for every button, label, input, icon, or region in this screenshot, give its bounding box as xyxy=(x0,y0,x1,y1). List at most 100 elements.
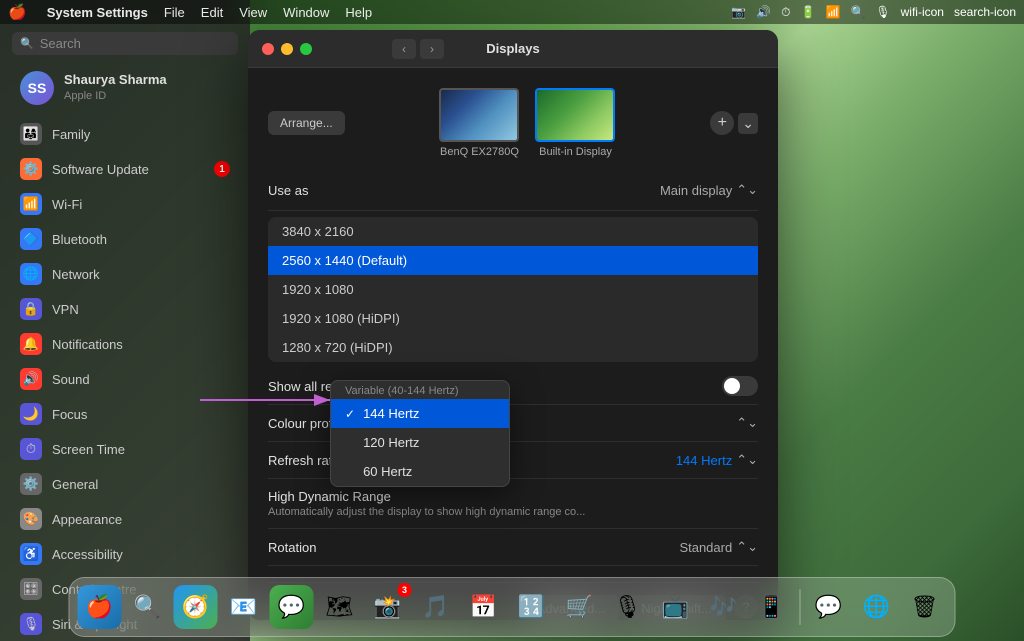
window-titlebar: ‹ › Displays xyxy=(248,30,778,68)
refresh-rate-value[interactable]: 144 Hertz ⌃⌄ xyxy=(676,452,758,468)
search-menu-icon[interactable]: 🔍 xyxy=(850,5,865,19)
benq-label: BenQ EX2780Q xyxy=(439,146,519,158)
sidebar-label-software-update: Software Update xyxy=(52,162,149,177)
res-item-2[interactable]: 1920 x 1080 xyxy=(268,275,758,304)
dock-separator xyxy=(800,589,801,625)
close-button[interactable] xyxy=(262,43,274,55)
dock-photos[interactable]: 📸 3 xyxy=(366,585,410,629)
volume-menu-icon[interactable]: 🔊 xyxy=(756,5,771,19)
apple-menu[interactable]: 🍎 xyxy=(8,3,27,21)
sidebar-item-bluetooth[interactable]: 🔷 Bluetooth xyxy=(6,222,244,256)
display-add-controls: + ⌄ xyxy=(710,111,758,135)
display-thumb-builtin[interactable]: Built-in Display xyxy=(535,88,615,158)
dock-slack[interactable]: 💬 xyxy=(807,585,851,629)
sidebar-label-sound: Sound xyxy=(52,372,90,387)
sidebar-item-general[interactable]: ⚙️ General xyxy=(6,467,244,501)
sidebar-item-notifications[interactable]: 🔔 Notifications xyxy=(6,327,244,361)
dropdown-item-120[interactable]: ✓ 120 Hertz xyxy=(331,428,509,457)
dropdown-item-144[interactable]: ✓ 144 Hertz xyxy=(331,399,509,428)
display-thumbnails: BenQ EX2780Q Built-in Display xyxy=(439,88,615,158)
dropdown-label-120: 120 Hertz xyxy=(363,435,419,450)
rotation-value[interactable]: Standard ⌃⌄ xyxy=(679,539,758,555)
dropdown-checkmark-144: ✓ xyxy=(345,407,355,421)
maximize-button[interactable] xyxy=(300,43,312,55)
nav-back-button[interactable]: ‹ xyxy=(392,39,416,59)
sidebar-search-bar[interactable]: 🔍 xyxy=(12,32,238,55)
dock-trash[interactable]: 🗑 xyxy=(903,585,947,629)
dock-finder[interactable]: 🍎 xyxy=(78,585,122,629)
use-as-row: Use as Main display ⌃⌄ xyxy=(268,174,758,211)
sidebar-item-accessibility[interactable]: ♿ Accessibility xyxy=(6,537,244,571)
dock-music[interactable]: 🎵 xyxy=(414,585,458,629)
sidebar-item-wifi[interactable]: 📶 Wi-Fi xyxy=(6,187,244,221)
app-name-menu[interactable]: System Settings xyxy=(47,5,148,20)
sidebar-item-screen-time[interactable]: ⏱ Screen Time xyxy=(6,432,244,466)
display-thumb-benq[interactable]: BenQ EX2780Q xyxy=(439,88,519,158)
siri-menu-icon[interactable]: 🎙 xyxy=(875,5,890,19)
dock-calculator[interactable]: 🔢 xyxy=(510,585,554,629)
help-menu[interactable]: Help xyxy=(345,5,372,20)
search-icon: 🔍 xyxy=(20,37,34,50)
sidebar-item-software-update[interactable]: ⚙️ Software Update 1 xyxy=(6,152,244,186)
edit-menu[interactable]: Edit xyxy=(201,5,223,20)
refresh-rate-chevron: ⌃⌄ xyxy=(736,452,758,468)
minimize-button[interactable] xyxy=(281,43,293,55)
menu-bar-left: 🍎 System Settings File Edit View Window … xyxy=(8,3,372,21)
family-icon: 👨‍👩‍👧 xyxy=(20,123,42,145)
dropdown-label-144: 144 Hertz xyxy=(363,406,419,421)
user-name: Shaurya Sharma xyxy=(64,72,167,89)
sidebar-item-vpn[interactable]: 🔒 VPN xyxy=(6,292,244,326)
dock-mail[interactable]: 📧 xyxy=(222,585,266,629)
sidebar-user-profile[interactable]: SS Shaurya Sharma Apple ID xyxy=(6,63,244,113)
accessibility-icon: ♿ xyxy=(20,543,42,565)
siri-icon: 🎙 xyxy=(20,613,42,635)
add-display-button[interactable]: + xyxy=(710,111,734,135)
dock-chrome[interactable]: 🌐 xyxy=(855,585,899,629)
window-menu[interactable]: Window xyxy=(283,5,329,20)
sidebar-label-bluetooth: Bluetooth xyxy=(52,232,107,247)
dock-launchpad[interactable]: 🔍 xyxy=(126,585,170,629)
sidebar-label-family: Family xyxy=(52,127,90,142)
toggle-thumb xyxy=(724,378,740,394)
file-menu[interactable]: File xyxy=(164,5,185,20)
dock-podcasts[interactable]: 🎙 xyxy=(606,585,650,629)
dock-facetime[interactable]: 📱 xyxy=(750,585,794,629)
res-item-1[interactable]: 2560 x 1440 (Default) xyxy=(268,246,758,275)
wifi-menu-icon[interactable]: 📶 xyxy=(825,5,840,19)
sidebar-item-appearance[interactable]: 🎨 Appearance xyxy=(6,502,244,536)
refresh-rate-label: Refresh rate xyxy=(268,453,340,468)
view-menu[interactable]: View xyxy=(239,5,267,20)
rotation-value-text: Standard xyxy=(679,540,732,555)
res-item-4[interactable]: 1280 x 720 (HiDPI) xyxy=(268,333,758,362)
nav-forward-button[interactable]: › xyxy=(420,39,444,59)
user-apple-id: Apple ID xyxy=(64,89,167,103)
hdr-label: High Dynamic Range xyxy=(268,489,391,504)
dropdown-item-60[interactable]: ✓ 60 Hertz xyxy=(331,457,509,486)
res-item-0[interactable]: 3840 x 2160 xyxy=(268,217,758,246)
general-icon: ⚙️ xyxy=(20,473,42,495)
dock-appstore[interactable]: 🛒 xyxy=(558,585,602,629)
sidebar-item-network[interactable]: 🌐 Network xyxy=(6,257,244,291)
show-all-toggle[interactable] xyxy=(722,376,758,396)
dock-messages[interactable]: 💬 xyxy=(270,585,314,629)
dock-maps[interactable]: 🗺 xyxy=(318,585,362,629)
sidebar-label-vpn: VPN xyxy=(52,302,79,317)
colour-profile-value[interactable]: ⌃⌄ xyxy=(732,415,758,431)
window-nav: ‹ › xyxy=(392,39,444,59)
dock-appletv[interactable]: 📺 xyxy=(654,585,698,629)
display-chevron-button[interactable]: ⌄ xyxy=(738,113,758,134)
benq-screen xyxy=(439,88,519,142)
arrange-button[interactable]: Arrange... xyxy=(268,111,345,135)
dock-safari[interactable]: 🧭 xyxy=(174,585,218,629)
search-input[interactable] xyxy=(40,36,230,51)
dock-spotify[interactable]: 🎶 xyxy=(702,585,746,629)
res-item-3[interactable]: 1920 x 1080 (HiDPI) xyxy=(268,304,758,333)
dock-calendar[interactable]: 📅 xyxy=(462,585,506,629)
window-title: Displays xyxy=(486,41,539,56)
battery-menu-icon: 🔋 xyxy=(801,5,816,19)
menu-bar: 🍎 System Settings File Edit View Window … xyxy=(0,0,1024,24)
use-as-value[interactable]: Main display ⌃⌄ xyxy=(660,182,758,198)
sidebar-item-family[interactable]: 👨‍👩‍👧 Family xyxy=(6,117,244,151)
time-display: search-icon xyxy=(954,5,1016,19)
use-as-chevron: ⌃⌄ xyxy=(736,182,758,198)
